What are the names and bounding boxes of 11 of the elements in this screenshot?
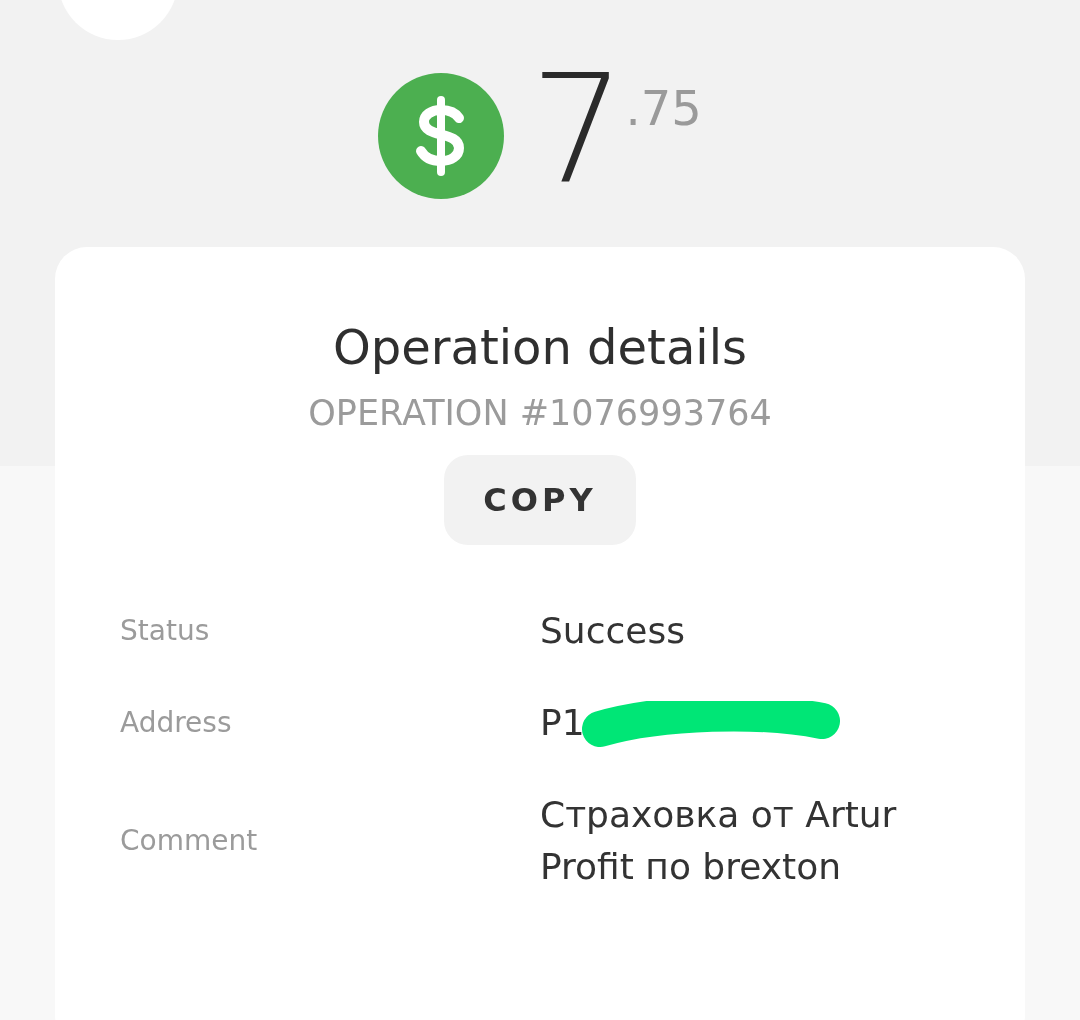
operation-number: OPERATION #1076993764	[308, 392, 772, 435]
balance-amount: 7	[530, 64, 626, 194]
card-title: Operation details	[332, 318, 747, 377]
field-label: Status	[120, 613, 211, 649]
copy-button[interactable]: COPY	[444, 455, 636, 545]
field-value: Страховка от Artur Profit по brexton	[540, 793, 898, 889]
balance-cents: .75	[625, 84, 702, 132]
field-label: Comment	[120, 823, 259, 859]
field-value: Success	[540, 609, 685, 653]
field-value: P1	[540, 701, 585, 745]
field-label: Address	[120, 705, 233, 741]
